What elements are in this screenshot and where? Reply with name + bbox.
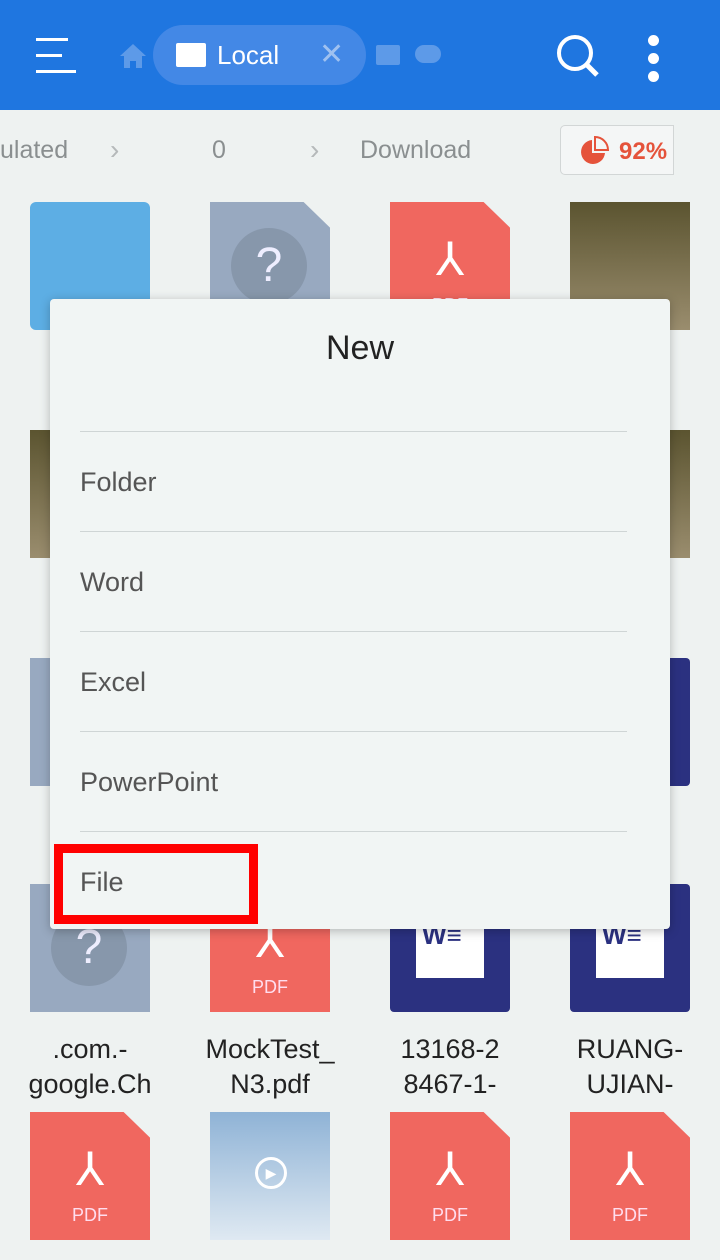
- item-label: Excel: [80, 667, 147, 697]
- menu-icon[interactable]: [36, 38, 76, 74]
- menu-item-excel[interactable]: Excel: [80, 631, 627, 731]
- top-bar: Local ✕: [0, 0, 720, 110]
- storage-percent: 92%: [619, 138, 668, 165]
- pdf-label: PDF: [252, 977, 288, 997]
- menu-item-folder[interactable]: Folder: [80, 431, 627, 531]
- item-label: Folder: [80, 467, 157, 497]
- new-dialog: New Folder Word Excel PowerPoint File: [50, 299, 670, 929]
- menu-item-powerpoint[interactable]: PowerPoint: [80, 731, 627, 831]
- pdf-label: PDF: [72, 1205, 108, 1225]
- breadcrumb-item[interactable]: 0: [212, 136, 226, 165]
- pie-chart-icon: [581, 136, 609, 164]
- more-icon[interactable]: [648, 35, 659, 89]
- pdf-file-icon: ⅄PDF: [30, 1112, 150, 1240]
- storage-icon[interactable]: [376, 45, 400, 65]
- file-item[interactable]: ⅄PDF: [0, 1112, 180, 1260]
- file-name: .com.- google.Ch: [28, 1034, 152, 1099]
- item-label: PowerPoint: [80, 767, 219, 797]
- breadcrumb-item[interactable]: Download: [360, 136, 471, 165]
- cloud-icon[interactable]: [415, 45, 441, 63]
- pdf-file-icon: ⅄PDF: [390, 1112, 510, 1240]
- sdcard-icon: [176, 43, 206, 67]
- close-icon[interactable]: ✕: [319, 37, 344, 72]
- file-item[interactable]: ⅄PDF: [540, 1112, 720, 1260]
- chevron-right-icon: ›: [310, 134, 320, 165]
- item-label: Word: [80, 567, 145, 597]
- storage-badge[interactable]: 92%: [560, 125, 674, 175]
- video-file-icon: ▶: [210, 1112, 330, 1240]
- play-icon: ▶: [255, 1157, 287, 1189]
- breadcrumb-item[interactable]: ulated: [0, 136, 68, 165]
- chevron-right-icon: ›: [110, 134, 120, 165]
- file-item[interactable]: ▶: [180, 1112, 360, 1260]
- dialog-title: New: [325, 329, 395, 367]
- file-name: RUANG- UJIAN-: [576, 1034, 684, 1099]
- question-icon: ?: [231, 228, 307, 304]
- highlight-box: [54, 844, 258, 924]
- tab-label: Local: [217, 40, 280, 70]
- home-icon[interactable]: [120, 44, 146, 68]
- file-name: 13168-2 8467-1-: [400, 1034, 500, 1099]
- file-name: MockTest_ N3.pdf: [205, 1034, 335, 1099]
- search-icon[interactable]: [556, 34, 600, 78]
- file-item[interactable]: ⅄PDF: [360, 1112, 540, 1260]
- pdf-label: PDF: [612, 1205, 648, 1225]
- pdf-label: PDF: [432, 1205, 468, 1225]
- pdf-file-icon: ⅄PDF: [570, 1112, 690, 1240]
- menu-item-word[interactable]: Word: [80, 531, 627, 631]
